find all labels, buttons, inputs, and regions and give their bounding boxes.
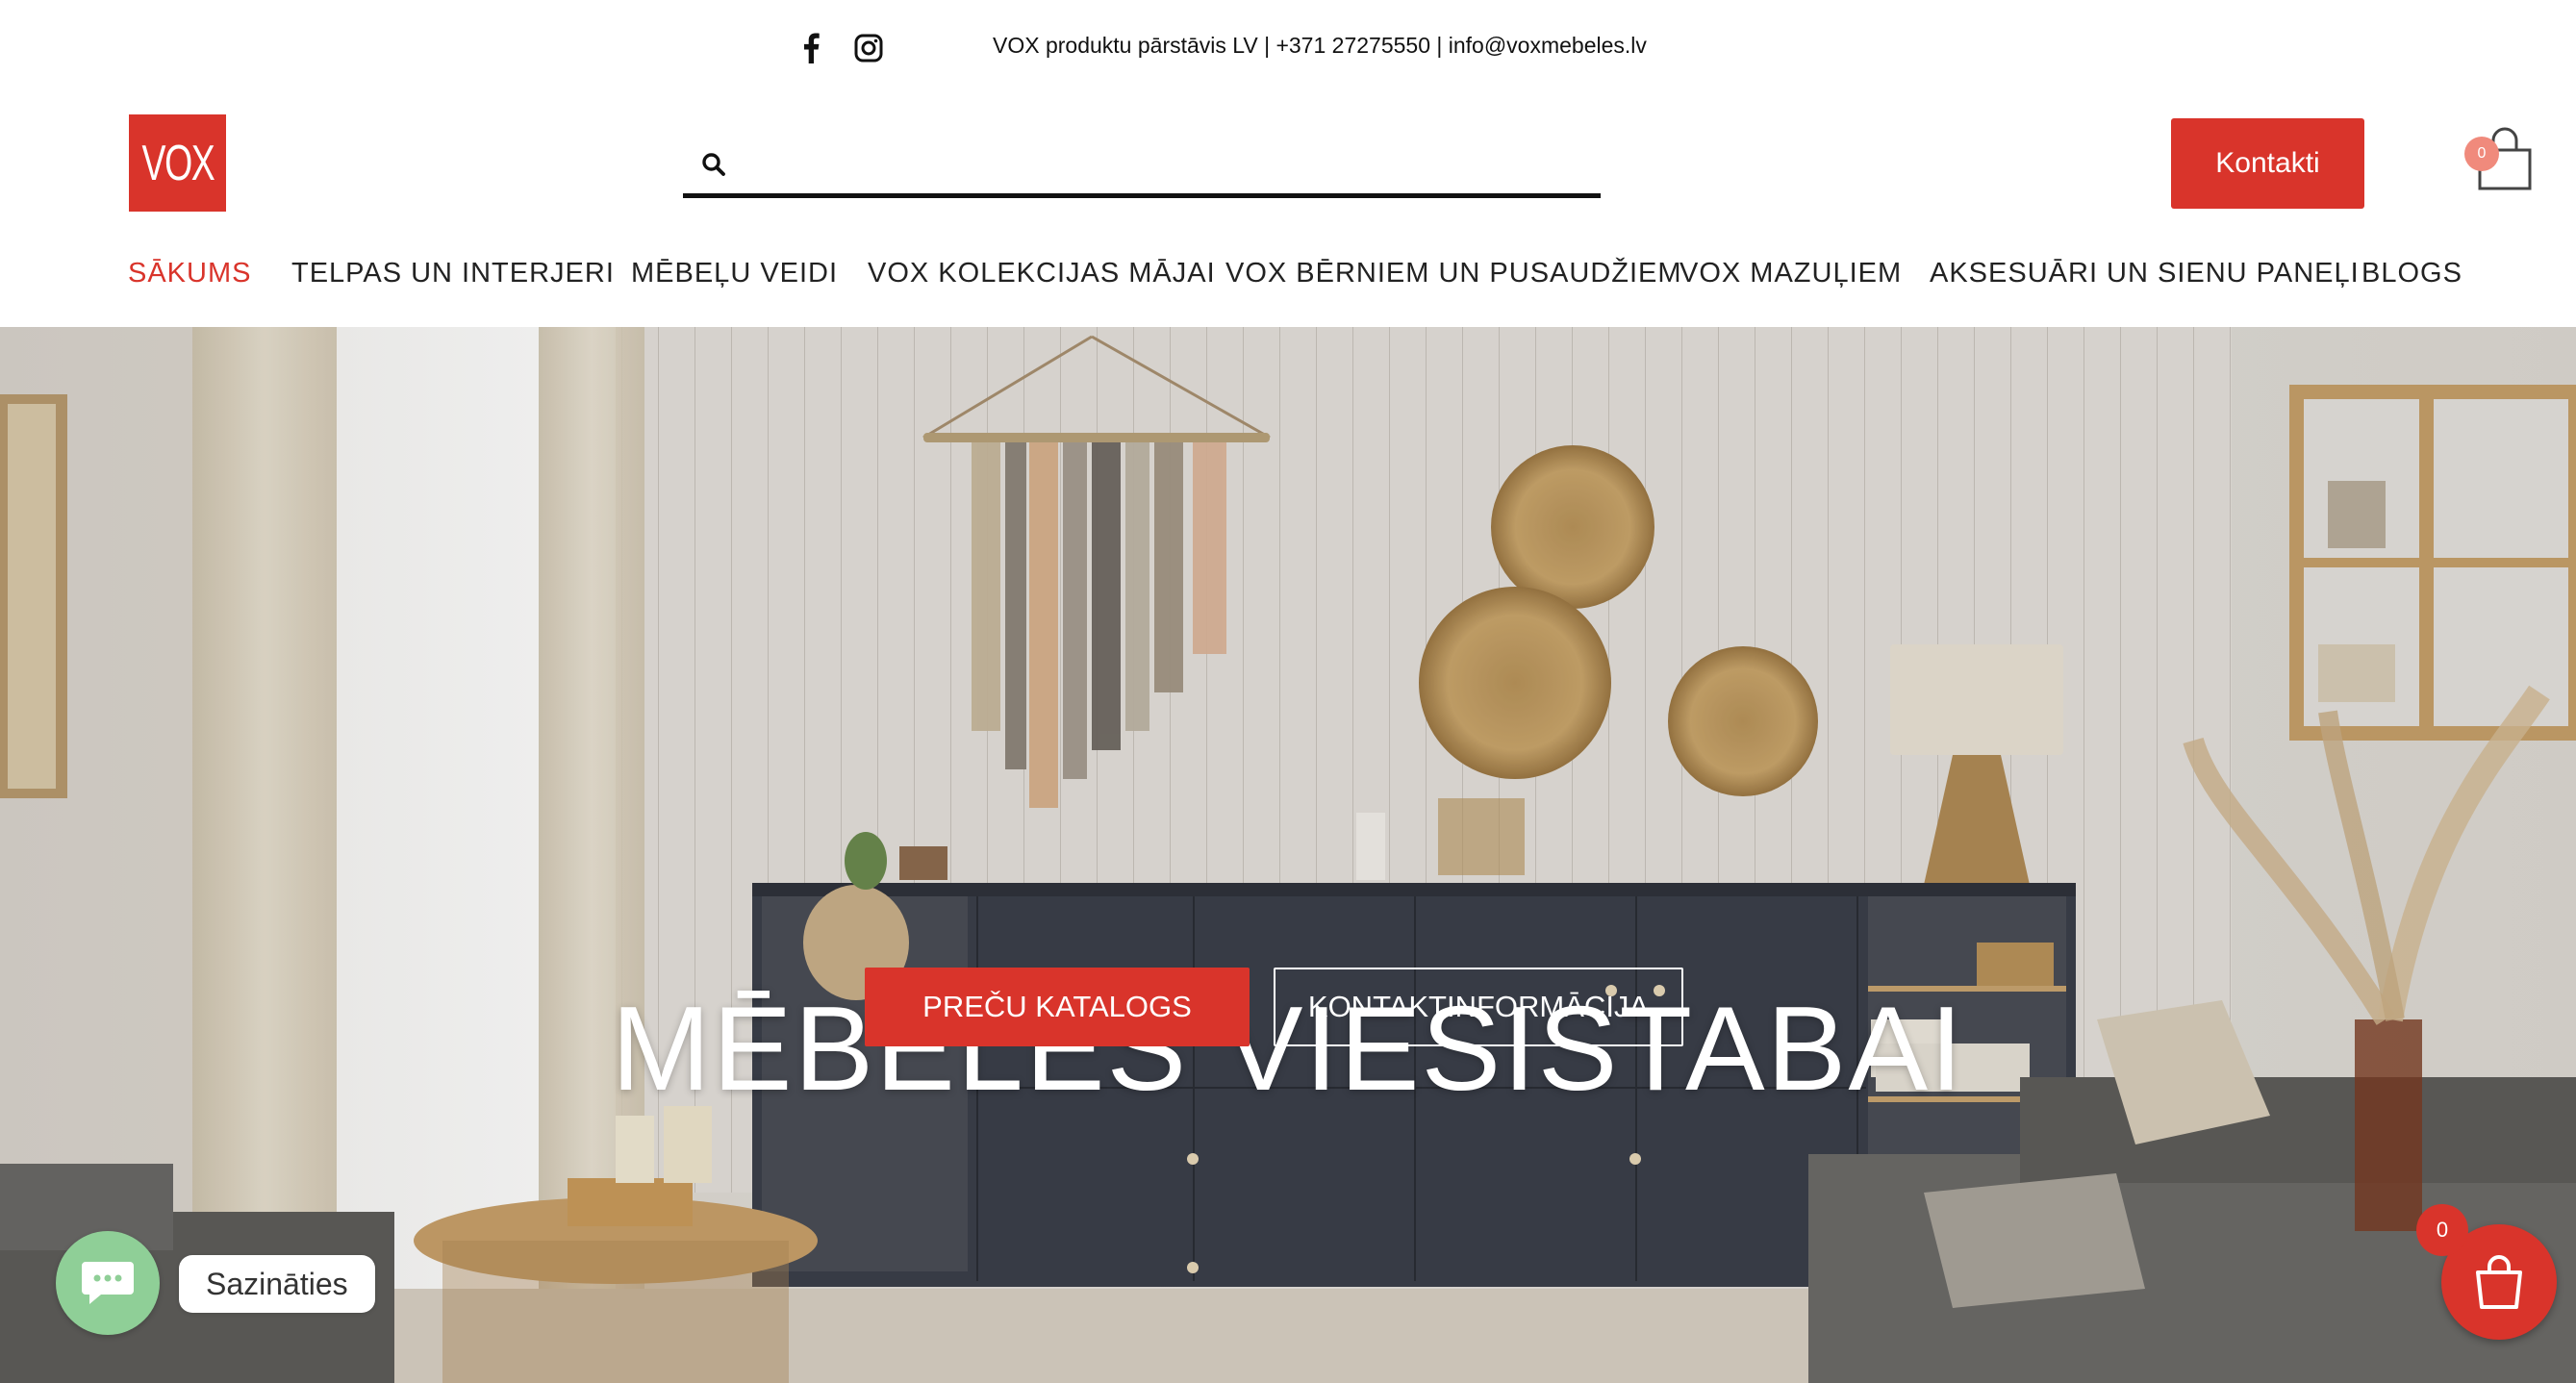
vox-logo[interactable]: VOX [129, 114, 226, 212]
main-nav: SĀKUMS TELPAS UN INTERJERI MĒBEĻU VEIDI … [0, 258, 2576, 302]
nav-item-vox-berniem-un-pusaudziem[interactable]: VOX BĒRNIEM UN PUSAUDŽIEM [1225, 258, 1682, 289]
nav-item-mebelu-veidi[interactable]: MĒBEĻU VEIDI [631, 258, 838, 289]
kontakti-button[interactable]: Kontakti [2171, 118, 2364, 209]
nav-item-sakums[interactable]: SĀKUMS [128, 258, 251, 289]
search-icon[interactable] [695, 145, 733, 184]
search-bar [683, 135, 1601, 198]
shopping-bag-icon [2476, 1255, 2522, 1309]
instagram-icon[interactable] [849, 29, 888, 67]
search-input[interactable] [733, 135, 1601, 193]
logo-text: VOX [141, 135, 215, 191]
nav-item-blogs[interactable]: BLOGS [2361, 258, 2462, 289]
floating-cart-count-badge: 0 [2416, 1204, 2468, 1256]
chat-widget-label[interactable]: Sazināties [179, 1255, 375, 1313]
facebook-icon[interactable] [792, 29, 830, 67]
nav-item-vox-kolekcijas-majai[interactable]: VOX KOLEKCIJAS MĀJAI [868, 258, 1216, 289]
contact-info-text: VOX produktu pārstāvis LV | +371 2727555… [993, 33, 1647, 58]
chat-bubble-icon [82, 1262, 134, 1304]
hero-banner: MĒBELES VIESISTABAI [0, 327, 2576, 1383]
header-cart[interactable]: 0 [2462, 127, 2534, 192]
cart-count-badge: 0 [2464, 137, 2499, 171]
chat-widget-button[interactable] [56, 1231, 160, 1335]
nav-item-aksesuari-un-sienu-paneli[interactable]: AKSESUĀRI UN SIENU PANEĻI [1930, 258, 2360, 289]
nav-item-vox-mazuliem[interactable]: VOX MAZUĻIEM [1679, 258, 1902, 289]
contact-info-button[interactable]: KONTAKTINFORMĀCIJA [1274, 968, 1683, 1046]
catalog-button[interactable]: PREČU KATALOGS [865, 968, 1250, 1046]
top-bar: VOX produktu pārstāvis LV | +371 2727555… [0, 0, 2576, 96]
living-room-hero-image [0, 327, 2576, 1383]
nav-item-telpas-un-interjeri[interactable]: TELPAS UN INTERJERI [291, 258, 615, 289]
